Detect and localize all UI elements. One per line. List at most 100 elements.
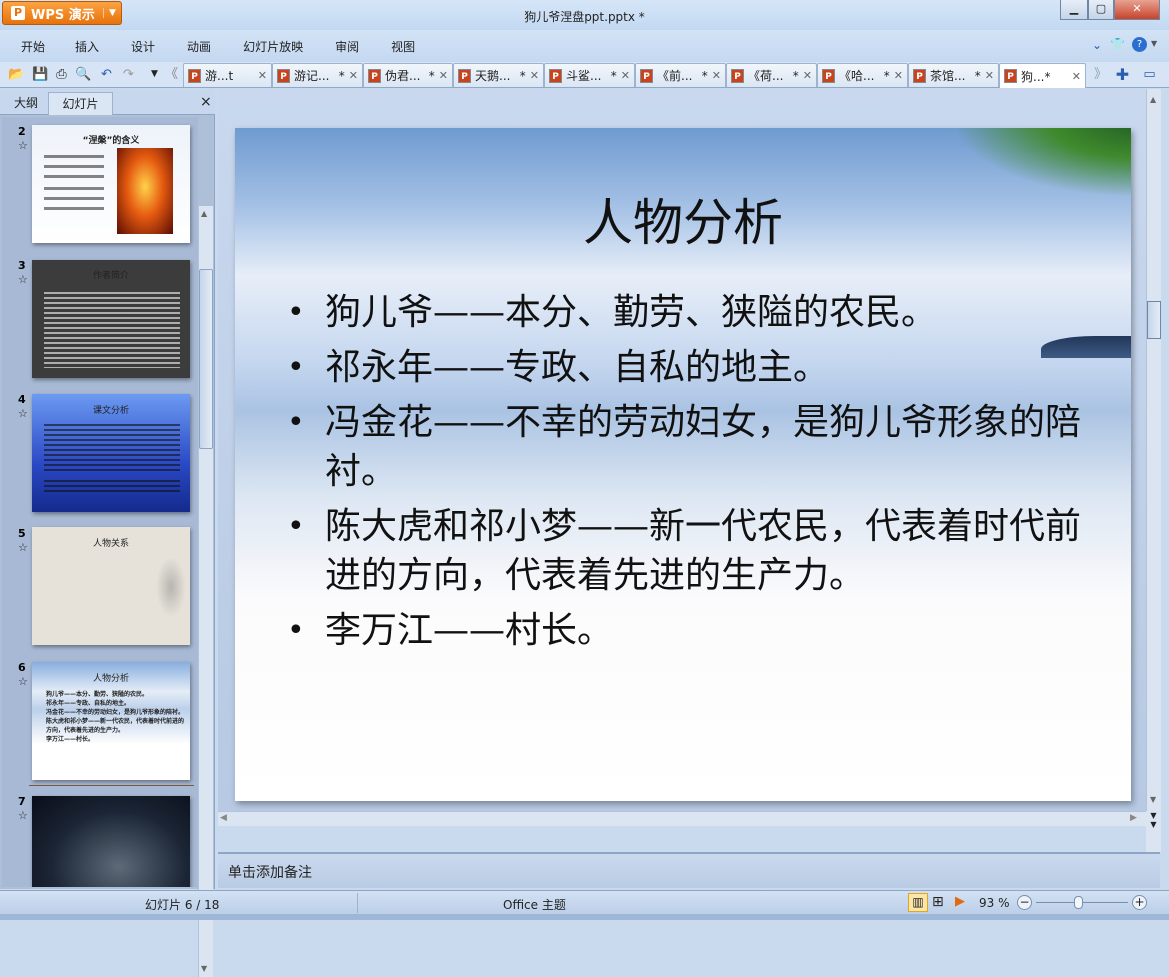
- scroll-up-icon[interactable]: ▲: [1150, 95, 1156, 104]
- thumbnail-title: 人物分析: [92, 674, 129, 684]
- bullet-item: 李万江——村长。: [287, 606, 1107, 655]
- print-preview-icon[interactable]: 🔍: [75, 66, 92, 83]
- document-tab[interactable]: P 斗鲨... * ✕: [544, 63, 635, 87]
- scroll-tabs-right-icon[interactable]: 》: [1092, 66, 1109, 83]
- minimize-button[interactable]: ▁: [1060, 0, 1088, 20]
- window-layout-icon[interactable]: ▭: [1141, 66, 1158, 83]
- slide-panel: 大纲 幻灯片 × 2 ☆ “涅槃”的含义 3 ☆ 作者简介 4 ☆ 课文分析 5…: [0, 89, 215, 977]
- scroll-down-icon[interactable]: ▼: [1150, 795, 1156, 804]
- menu-animation[interactable]: 动画: [187, 38, 211, 55]
- slide-title[interactable]: 人物分析: [235, 183, 1131, 255]
- collapse-ribbon-icon[interactable]: ⌄: [1092, 38, 1102, 52]
- document-tab[interactable]: P 《前... * ✕: [635, 63, 726, 87]
- menu-view[interactable]: 视图: [391, 38, 415, 55]
- menu-review[interactable]: 审阅: [335, 38, 359, 55]
- close-tab-icon[interactable]: ✕: [621, 69, 630, 82]
- tab-label: 斗鲨...: [566, 69, 602, 83]
- slide-canvas[interactable]: 人物分析 狗儿爷——本分、勤劳、狭隘的农民。 祁永年——专政、自私的地主。 冯金…: [235, 128, 1131, 801]
- redo-icon[interactable]: ↷: [120, 66, 137, 83]
- thumbnail-bullet: 陈大虎和祁小梦——新一代农民，代表着时代前进的方向，代表着先进的生产力。: [46, 718, 185, 734]
- scroll-up-icon[interactable]: ▲: [201, 209, 207, 218]
- close-tab-icon[interactable]: ✕: [803, 69, 812, 82]
- scroll-down-icon[interactable]: ▼: [201, 964, 207, 973]
- close-tab-icon[interactable]: ✕: [1072, 70, 1081, 83]
- animation-star-icon: ☆: [18, 139, 28, 152]
- next-slide-icon[interactable]: ▼ ▼: [1146, 811, 1161, 852]
- zoom-out-button[interactable]: −: [1017, 895, 1032, 910]
- skin-icon[interactable]: 👕: [1110, 37, 1125, 51]
- presentation-file-icon: P: [549, 68, 562, 83]
- bullet-item: 祁永年——专政、自私的地主。: [287, 343, 1107, 392]
- notes-pane[interactable]: 单击添加备注: [218, 852, 1160, 888]
- menu-slideshow[interactable]: 幻灯片放映: [243, 38, 303, 55]
- slide-bullet-list[interactable]: 狗儿爷——本分、勤劳、狭隘的农民。 祁永年——专政、自私的地主。 冯金花——不幸…: [287, 288, 1107, 661]
- thumbnail-scrollbar[interactable]: ▲ ▼: [198, 206, 213, 977]
- status-bar: 幻灯片 6 / 18 Office 主题 ▥ ⊞ ▶ 93 % − +: [0, 890, 1169, 914]
- scroll-thumb[interactable]: [199, 269, 213, 449]
- slide-sorter-view-icon[interactable]: ⊞: [932, 894, 944, 910]
- document-tab[interactable]: P 天鹅... * ✕: [453, 63, 544, 87]
- tab-label: 伪君...: [385, 69, 421, 83]
- close-tab-icon[interactable]: ✕: [439, 69, 448, 82]
- presentation-file-icon: P: [458, 68, 471, 83]
- slide-thumbnail-5[interactable]: 人物关系: [32, 527, 190, 645]
- document-tab[interactable]: P 《哈... * ✕: [817, 63, 908, 87]
- maximize-button[interactable]: ▢: [1088, 0, 1114, 20]
- thumbnail-number: 3: [18, 259, 26, 272]
- window-frame: [0, 914, 1169, 920]
- tab-label: 《哈...: [839, 69, 875, 83]
- slide-thumbnail-7[interactable]: [32, 796, 190, 887]
- tab-label: 游记...: [294, 69, 330, 83]
- zoom-in-button[interactable]: +: [1132, 895, 1147, 910]
- zoom-slider-thumb[interactable]: [1074, 896, 1084, 909]
- help-dropdown-icon[interactable]: ▼: [1151, 39, 1157, 48]
- thumbnail-number: 6: [18, 661, 26, 674]
- thumbnail-number: 4: [18, 393, 26, 406]
- tab-slides[interactable]: 幻灯片: [48, 92, 113, 115]
- close-tab-icon[interactable]: ✕: [985, 69, 994, 82]
- slide-vertical-scrollbar[interactable]: ▲ ▼: [1146, 89, 1161, 811]
- quick-access-dropdown-icon[interactable]: ▼: [146, 66, 163, 83]
- menu-home[interactable]: 开始: [21, 38, 45, 55]
- document-tab-active[interactable]: P 狗...* ✕: [999, 63, 1086, 88]
- close-tab-icon[interactable]: ✕: [349, 69, 358, 82]
- slide-thumbnail-2[interactable]: “涅槃”的含义: [32, 125, 190, 243]
- close-button[interactable]: ✕: [1114, 0, 1160, 20]
- document-tab[interactable]: P 《荷... * ✕: [726, 63, 817, 87]
- undo-icon[interactable]: ↶: [98, 66, 115, 83]
- menu-insert[interactable]: 插入: [75, 38, 99, 55]
- presentation-file-icon: P: [640, 68, 653, 83]
- normal-view-icon[interactable]: ▥: [908, 893, 928, 912]
- save-icon[interactable]: 💾: [32, 66, 49, 83]
- slide-thumbnail-3[interactable]: 作者简介: [32, 260, 190, 378]
- bullet-item: 冯金花——不幸的劳动妇女，是狗儿爷形象的陪衬。: [287, 398, 1107, 496]
- scroll-right-icon[interactable]: ▶: [1130, 813, 1137, 823]
- tab-outline[interactable]: 大纲: [6, 92, 46, 115]
- zoom-level: 93 %: [979, 896, 1010, 910]
- close-tab-icon[interactable]: ✕: [258, 69, 267, 82]
- document-tab[interactable]: P 茶馆... * ✕: [908, 63, 999, 87]
- slide-thumbnail-4[interactable]: 课文分析: [32, 394, 190, 512]
- slide-thumbnail-6[interactable]: 人物分析 狗儿爷——本分、勤劳、狭隘的农民。 祁永年——专政、自私的地主。 冯金…: [32, 662, 190, 780]
- scroll-thumb[interactable]: [1147, 301, 1161, 339]
- modified-marker: *: [701, 68, 708, 83]
- slide-horizontal-scrollbar[interactable]: ◀ ▶: [218, 811, 1146, 826]
- close-tab-icon[interactable]: ✕: [712, 69, 721, 82]
- menu-design[interactable]: 设计: [131, 38, 155, 55]
- print-icon[interactable]: ⎙: [53, 66, 70, 83]
- close-panel-icon[interactable]: ×: [200, 94, 212, 110]
- slideshow-view-icon[interactable]: ▶: [955, 894, 965, 909]
- close-tab-icon[interactable]: ✕: [530, 69, 539, 82]
- document-tab[interactable]: P 游记... * ✕: [272, 63, 363, 87]
- thumbnail-number: 7: [18, 795, 26, 808]
- thumbnail-bullet: 冯金花——不幸的劳动妇女，是狗儿爷形象的陪衬。: [46, 709, 185, 716]
- scroll-left-icon[interactable]: ◀: [220, 813, 227, 823]
- open-icon[interactable]: 📂: [8, 66, 25, 83]
- document-tab[interactable]: P 伪君... * ✕: [363, 63, 453, 87]
- new-tab-icon[interactable]: ✚: [1114, 66, 1131, 83]
- document-tab[interactable]: P 游...t ✕: [183, 63, 272, 87]
- close-tab-icon[interactable]: ✕: [894, 69, 903, 82]
- help-icon[interactable]: ?: [1132, 37, 1147, 52]
- scroll-tabs-left-icon[interactable]: 《: [163, 66, 180, 83]
- thumbnail-bullet: 李万江——村长。: [46, 736, 95, 743]
